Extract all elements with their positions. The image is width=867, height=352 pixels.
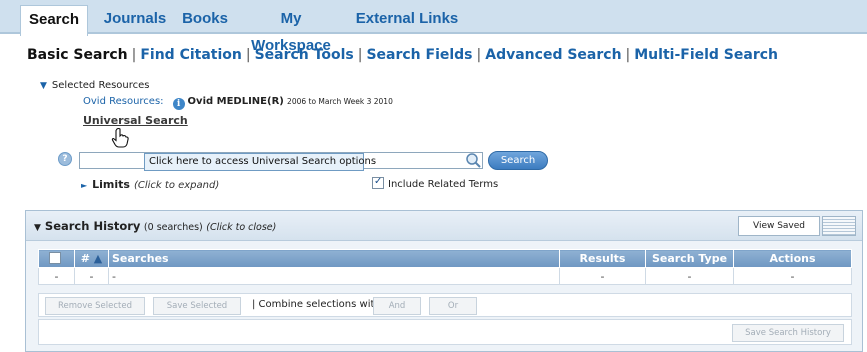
tab-my-workspace[interactable]: My Workspace (240, 5, 342, 54)
table-header-row: # ▲ Searches Results Search Type Actions (38, 249, 852, 268)
nav-separator: | (245, 47, 251, 63)
triangle-down-icon: ▼ (40, 81, 47, 91)
nav-advanced-search[interactable]: Advanced Search (485, 47, 621, 63)
universal-search-link[interactable]: Universal Search (83, 114, 188, 127)
sort-ascending-icon: ▲ (93, 252, 103, 265)
row-actions: - (733, 267, 852, 285)
ovid-resources-label: Ovid Resources: (83, 96, 164, 107)
search-count: (0 searches) (143, 222, 203, 233)
nav-separator: | (476, 47, 482, 63)
combine-or-button[interactable]: Or (429, 297, 477, 315)
nav-separator: | (625, 47, 631, 63)
history-action-bar: Remove Selected Save Selected | Combine … (38, 293, 852, 317)
ovid-resources-row: Ovid Resources: i Ovid MEDLINE(R) 2006 to … (83, 96, 393, 110)
column-actions: Actions (733, 249, 852, 268)
row-searches: - (108, 267, 560, 285)
close-hint: (Click to close) (206, 222, 277, 233)
remove-selected-button[interactable]: Remove Selected (45, 297, 145, 315)
row-search-type: - (645, 267, 734, 285)
row-select: - (38, 267, 75, 285)
save-history-bar: Save Search History (38, 319, 852, 345)
magnifier-icon[interactable] (464, 151, 482, 169)
info-icon[interactable]: i (172, 98, 185, 110)
search-history-table: # ▲ Searches Results Search Type Actions… (38, 249, 852, 285)
table-row: - - - - - - (38, 267, 852, 285)
search-history-panel: ▼ Search History (0 searches) (Click to c… (25, 210, 863, 352)
nav-search-tools[interactable]: Search Tools (255, 47, 354, 63)
combine-and-button[interactable]: And (373, 297, 421, 315)
search-button[interactable]: Search (488, 151, 548, 170)
nav-basic-search[interactable]: Basic Search (27, 47, 128, 63)
triangle-right-icon: ► (81, 181, 88, 190)
column-results: Results (559, 249, 646, 268)
resize-grip-icon[interactable] (822, 216, 856, 236)
nav-separator: | (131, 47, 137, 63)
select-all-cell (38, 249, 75, 268)
limits-hint: (Click to expand) (133, 180, 220, 191)
column-search-type: Search Type (645, 249, 734, 268)
help-icon[interactable]: ? (58, 152, 72, 166)
row-number: - (74, 267, 109, 285)
combine-label: | Combine selections with: (252, 299, 385, 310)
related-terms-label: Include Related Terms (388, 179, 499, 190)
database-name: Ovid MEDLINE(R) (187, 96, 284, 107)
hand-pointer-icon (111, 128, 129, 148)
nav-find-citation[interactable]: Find Citation (140, 47, 242, 63)
column-searches: Searches (108, 249, 560, 268)
tab-external-links[interactable]: External Links (350, 5, 464, 34)
related-terms-checkbox[interactable] (372, 176, 384, 189)
top-tab-bar: Search Journals Books My Workspace Exter… (0, 0, 867, 54)
save-selected-button[interactable]: Save Selected (153, 297, 241, 315)
triangle-down-icon: ▼ (34, 223, 41, 233)
row-results: - (559, 267, 646, 285)
selected-resources-toggle[interactable]: ▼ Selected Resources (40, 80, 150, 91)
nav-search-fields[interactable]: Search Fields (366, 47, 472, 63)
nav-separator: | (357, 47, 363, 63)
history-title: Search History (44, 219, 141, 233)
tab-search[interactable]: Search (20, 5, 88, 36)
tab-journals[interactable]: Journals (95, 5, 175, 34)
search-history-title: ▼ Search History (0 searches) (Click to c… (34, 219, 276, 233)
selected-resources-label: Selected Resources (51, 80, 150, 91)
tab-books[interactable]: Books (175, 5, 235, 34)
search-mode-nav: Basic Search | Find Citation | Search Tools |… (27, 47, 778, 69)
universal-search-tooltip: Click here to access Universal Search op… (144, 153, 376, 171)
search-history-header[interactable]: ▼ Search History (0 searches) (Click to c… (26, 211, 862, 241)
nav-multi-field-search[interactable]: Multi-Field Search (634, 47, 778, 63)
view-saved-button[interactable]: View Saved (738, 216, 820, 236)
database-range: 2006 to March Week 3 2010 (287, 97, 393, 106)
column-number-label: # (80, 252, 90, 265)
include-related-terms[interactable]: Include Related Terms (372, 176, 499, 190)
save-search-history-button[interactable]: Save Search History (732, 324, 844, 342)
limits-toggle[interactable]: ► Limits (Click to expand) (81, 178, 219, 191)
select-all-checkbox[interactable] (48, 252, 61, 264)
limits-label: Limits (92, 178, 130, 191)
column-number[interactable]: # ▲ (74, 249, 109, 268)
